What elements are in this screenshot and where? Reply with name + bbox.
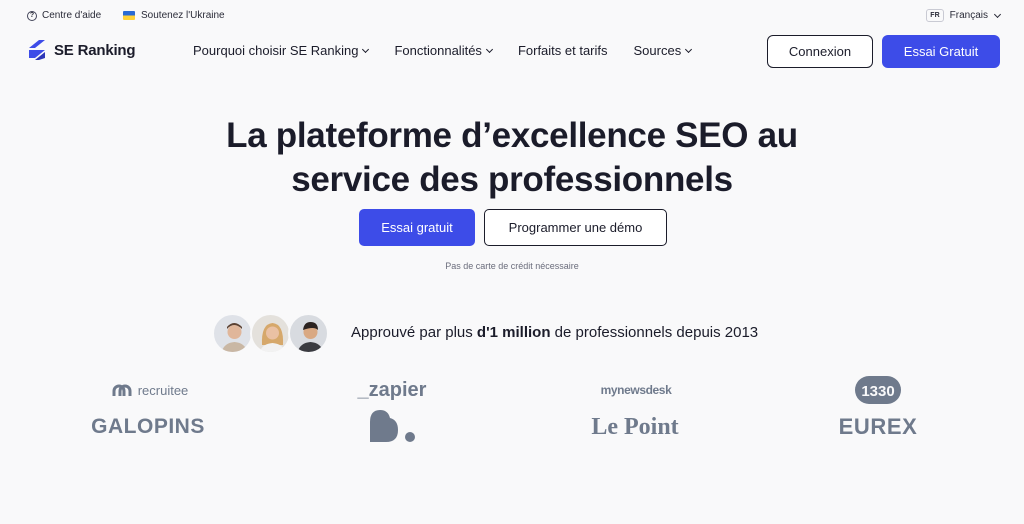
support-ukraine-link[interactable]: Soutenez l'Ukraine — [123, 10, 225, 21]
brand-name: SE Ranking — [54, 41, 136, 59]
support-ukraine-label: Soutenez l'Ukraine — [141, 10, 225, 21]
blob-logo — [362, 408, 422, 444]
nav-item-why[interactable]: Pourquoi choisir SE Ranking — [193, 43, 370, 58]
zapier-logo: _zapier — [357, 378, 427, 401]
help-icon: ? — [27, 10, 37, 21]
nav-item-pricing[interactable]: Forfaits et tarifs — [518, 43, 608, 58]
eurex-logo: EUREX — [838, 414, 918, 439]
top-bar: ? Centre d'aide Soutenez l'Ukraine FR Fr… — [0, 0, 1024, 34]
130-logo: 1330 — [852, 375, 904, 405]
se-ranking-logo-icon — [29, 40, 45, 60]
mynewsdesk-logo: mynewsdesk — [600, 383, 672, 397]
help-center-link[interactable]: ? Centre d'aide — [27, 10, 101, 21]
brand-logo[interactable]: SE Ranking — [26, 38, 136, 62]
nav-item-sources[interactable]: Sources — [633, 43, 693, 58]
main-nav: Pourquoi choisir SE Ranking Fonctionnali… — [193, 43, 693, 58]
blob-icon — [370, 410, 415, 442]
proof-prefix: Approuvé par plus — [351, 324, 477, 341]
nav-item-label: Fonctionnalités — [394, 43, 482, 58]
proof-highlight: d'1 million — [476, 324, 551, 341]
schedule-demo-button[interactable]: Programmer une démo — [484, 209, 667, 246]
ukraine-flag-icon — [123, 11, 135, 20]
language-code: FR — [926, 9, 944, 22]
chevron-down-icon — [362, 45, 370, 53]
user-avatars — [212, 313, 332, 354]
130-badge-icon: 1330 — [855, 376, 901, 404]
le-point-logo: Le Point — [591, 413, 679, 440]
hero-title-line-1: La plateforme d’excellence SEO au — [226, 116, 798, 155]
avatar — [288, 313, 329, 354]
language-selector[interactable]: FR Français — [926, 9, 1002, 22]
hero-title: La plateforme d’excellence SEO au servic… — [0, 114, 1024, 202]
nav-item-features[interactable]: Fonctionnalités — [394, 43, 493, 58]
130-badge-text: 1330 — [861, 383, 894, 400]
recruitee-wordmark: recruitee — [137, 382, 189, 398]
avatar — [212, 313, 253, 354]
nav-item-label: Sources — [633, 43, 682, 58]
nav-item-label: Pourquoi choisir SE Ranking — [193, 43, 359, 58]
nav-item-label: Forfaits et tarifs — [517, 43, 608, 58]
no-credit-card-note: Pas de carte de crédit nécessaire — [445, 261, 579, 271]
chevron-down-icon — [485, 45, 493, 53]
chevron-down-icon — [685, 45, 693, 53]
language-label: Français — [949, 10, 988, 21]
recruitee-logo: recruitee — [100, 380, 200, 400]
recruitee-icon — [112, 384, 132, 396]
social-proof-text: Approuvé par plus d'1 million de profess… — [351, 324, 758, 341]
galopins-logo: GALOPINS — [91, 415, 205, 438]
avatar — [250, 313, 291, 354]
login-button[interactable]: Connexion — [767, 35, 873, 68]
chevron-down-icon — [993, 10, 1002, 18]
free-trial-button[interactable]: Essai Gratuit — [882, 35, 1000, 68]
proof-suffix: de professionnels depuis 2013 — [550, 324, 759, 341]
hero-free-trial-button[interactable]: Essai gratuit — [359, 209, 475, 246]
hero-title-line-2: service des professionnels — [291, 160, 733, 199]
help-center-label: Centre d'aide — [42, 10, 102, 21]
